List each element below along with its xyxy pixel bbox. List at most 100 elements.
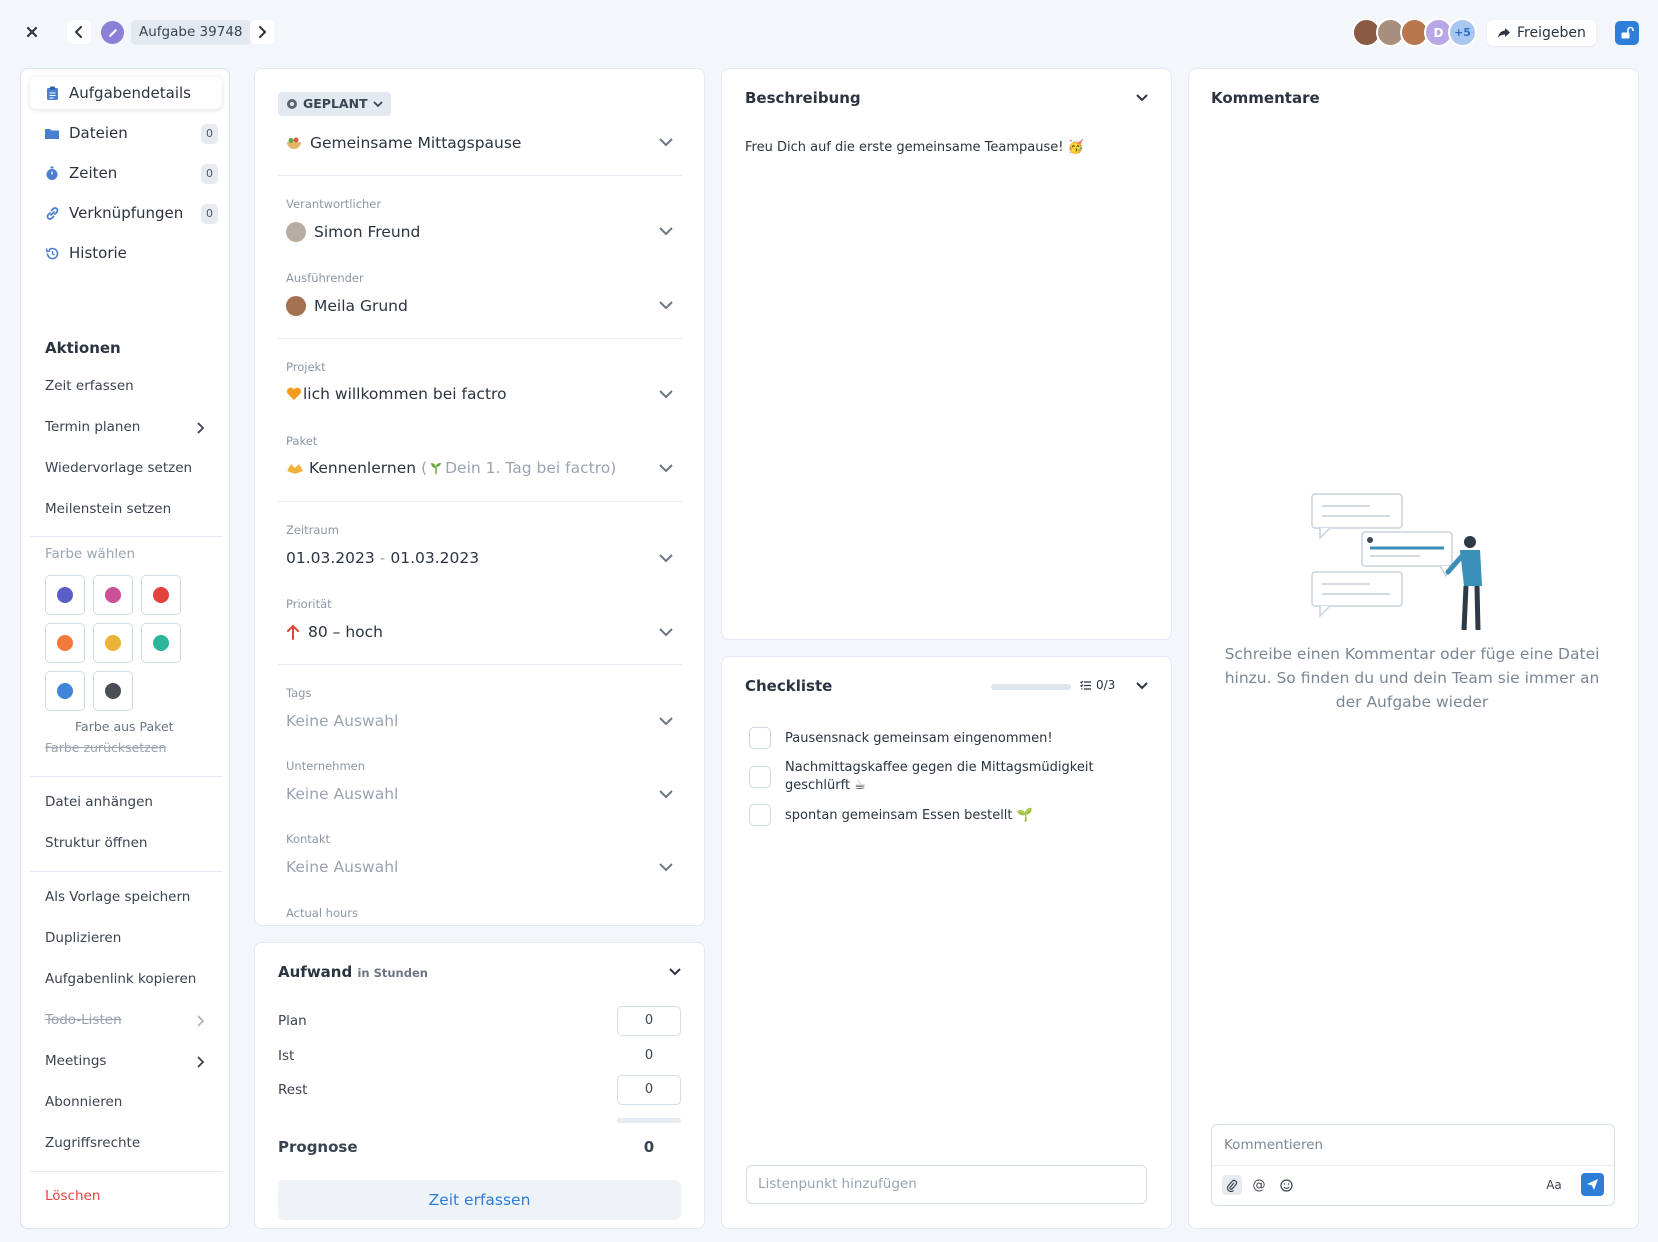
- reset-color-action: Farbe zurücksetzen: [45, 740, 167, 755]
- avatar: [286, 296, 306, 316]
- contact-field[interactable]: Keine Auswahl: [286, 858, 398, 876]
- executor-field[interactable]: Meila Grund: [286, 296, 408, 316]
- effort-progress-bar: [617, 1118, 681, 1123]
- priority-label: Priorität: [286, 597, 332, 611]
- color-swatch-red[interactable]: [141, 575, 181, 615]
- share-button[interactable]: Freigeben: [1487, 20, 1596, 46]
- delete-action[interactable]: Löschen: [45, 1188, 100, 1204]
- chevron-down-icon[interactable]: [658, 136, 674, 148]
- nav-item-task-details[interactable]: Aufgabendetails: [30, 77, 222, 109]
- meetings-action[interactable]: Meetings: [45, 1053, 106, 1069]
- previous-task-button[interactable]: [67, 20, 91, 44]
- edit-button[interactable]: [101, 21, 124, 44]
- company-field[interactable]: Keine Auswahl: [286, 785, 398, 803]
- nav-item-times[interactable]: Zeiten 0: [30, 157, 222, 189]
- nav-item-links[interactable]: Verknüpfungen 0: [30, 197, 222, 229]
- text-format-button[interactable]: Aa: [1540, 1175, 1568, 1195]
- chevron-down-icon[interactable]: [658, 225, 674, 237]
- permissions-action[interactable]: Zugriffsrechte: [45, 1135, 140, 1151]
- lock-button[interactable]: [1615, 21, 1639, 45]
- paperclip-icon: [1226, 1179, 1238, 1192]
- checklist-item[interactable]: Pausensnack gemeinsam eingenommen!: [785, 730, 1105, 748]
- duplicate-action[interactable]: Duplizieren: [45, 930, 121, 946]
- divider: [30, 1171, 222, 1172]
- copy-link-action[interactable]: Aufgabenlink kopieren: [45, 971, 196, 987]
- task-title-field[interactable]: Gemeinsame Mittagspause: [286, 134, 521, 152]
- color-from-package-option[interactable]: Farbe aus Paket: [75, 719, 174, 731]
- chevron-down-icon[interactable]: [658, 788, 674, 800]
- comment-input[interactable]: Kommentieren: [1224, 1137, 1323, 1153]
- color-swatch-teal[interactable]: [141, 623, 181, 663]
- project-label: Projekt: [286, 360, 326, 374]
- chevron-down-icon[interactable]: [668, 965, 682, 979]
- checklist-checkbox[interactable]: [749, 804, 771, 826]
- plan-input[interactable]: 0: [617, 1006, 681, 1036]
- plan-label: Plan: [278, 1013, 307, 1029]
- mention-button[interactable]: @: [1249, 1175, 1269, 1195]
- nav-label: Verknüpfungen: [69, 204, 184, 222]
- attach-file-action[interactable]: Datei anhängen: [45, 794, 153, 810]
- status-dropdown[interactable]: GEPLANT: [278, 92, 391, 116]
- status-circle-icon: [287, 99, 297, 109]
- color-swatch-yellow[interactable]: [93, 623, 133, 663]
- empty-comments-text: Schreibe einen Kommentar oder füge eine …: [1224, 645, 1600, 711]
- task-sidebar: Aufgabendetails Dateien 0 Zeiten 0 Verkn…: [20, 68, 230, 1229]
- description-text[interactable]: Freu Dich auf die erste gemeinsame Teamp…: [745, 140, 1084, 155]
- package-name: Kennenlernen: [309, 459, 417, 477]
- nav-item-files[interactable]: Dateien 0: [30, 117, 222, 149]
- save-template-action[interactable]: Als Vorlage speichern: [45, 889, 190, 905]
- chevron-right-icon: [259, 26, 266, 38]
- color-swatch-pink[interactable]: [93, 575, 133, 615]
- chevron-down-icon[interactable]: [658, 552, 674, 564]
- color-swatch-blue[interactable]: [45, 671, 85, 711]
- checklist-checkbox[interactable]: [749, 727, 771, 749]
- period-label: Zeitraum: [286, 523, 339, 537]
- files-count: 0: [201, 124, 218, 144]
- chevron-down-icon[interactable]: [658, 462, 674, 474]
- divider: [1212, 1165, 1614, 1166]
- attach-button[interactable]: [1222, 1175, 1242, 1195]
- emoji-button[interactable]: [1276, 1175, 1296, 1195]
- tags-field[interactable]: Keine Auswahl: [286, 712, 398, 730]
- checklist-checkbox[interactable]: [749, 766, 771, 788]
- smiley-icon: [1279, 1178, 1293, 1192]
- chevron-down-icon[interactable]: [658, 715, 674, 727]
- log-time-action[interactable]: Zeit erfassen: [45, 378, 134, 394]
- comment-editor[interactable]: Kommentieren @ Aa: [1211, 1124, 1615, 1206]
- executor-name: Meila Grund: [314, 297, 408, 315]
- schedule-action[interactable]: Termin planen: [45, 419, 140, 435]
- rest-input[interactable]: 0: [617, 1075, 681, 1105]
- open-structure-action[interactable]: Struktur öffnen: [45, 835, 147, 851]
- subscribe-action[interactable]: Abonnieren: [45, 1094, 122, 1110]
- color-swatch-indigo[interactable]: [45, 575, 85, 615]
- chevron-down-icon[interactable]: [658, 388, 674, 400]
- comments-title: Kommentare: [1211, 89, 1320, 107]
- chevron-down-icon[interactable]: [1135, 679, 1149, 693]
- milestone-action[interactable]: Meilenstein setzen: [45, 501, 171, 517]
- package-field[interactable]: Kennenlernen (Dein 1. Tag bei factro): [286, 459, 616, 477]
- close-button[interactable]: [20, 20, 44, 44]
- responsible-field[interactable]: Simon Freund: [286, 222, 420, 242]
- chevron-down-icon[interactable]: [658, 861, 674, 873]
- priority-field[interactable]: 80 – hoch: [286, 623, 383, 641]
- chevron-down-icon: [372, 101, 383, 108]
- list-icon: [1080, 680, 1091, 690]
- status-label: GEPLANT: [303, 96, 368, 111]
- chevron-down-icon[interactable]: [1135, 91, 1149, 105]
- chevron-down-icon[interactable]: [658, 299, 674, 311]
- checklist-item[interactable]: spontan gemeinsam Essen bestellt 🌱: [785, 807, 1105, 825]
- next-task-button[interactable]: [250, 20, 274, 44]
- log-time-button[interactable]: Zeit erfassen: [278, 1180, 681, 1220]
- nav-item-history[interactable]: Historie: [30, 237, 222, 269]
- color-swatch-dark[interactable]: [93, 671, 133, 711]
- project-field[interactable]: lich willkommen bei factro: [286, 385, 507, 403]
- links-count: 0: [201, 204, 218, 224]
- checklist-item[interactable]: Nachmittagskaffee gegen die Mittagsmüdig…: [785, 759, 1105, 795]
- member-avatars[interactable]: D +5: [1352, 18, 1477, 47]
- period-field[interactable]: 01.03.2023 - 01.03.2023: [286, 549, 479, 567]
- chevron-down-icon[interactable]: [658, 626, 674, 638]
- send-comment-button[interactable]: [1581, 1173, 1604, 1196]
- resubmission-action[interactable]: Wiedervorlage setzen: [45, 460, 192, 476]
- color-swatch-orange[interactable]: [45, 623, 85, 663]
- add-checklist-item-input[interactable]: Listenpunkt hinzufügen: [746, 1165, 1147, 1204]
